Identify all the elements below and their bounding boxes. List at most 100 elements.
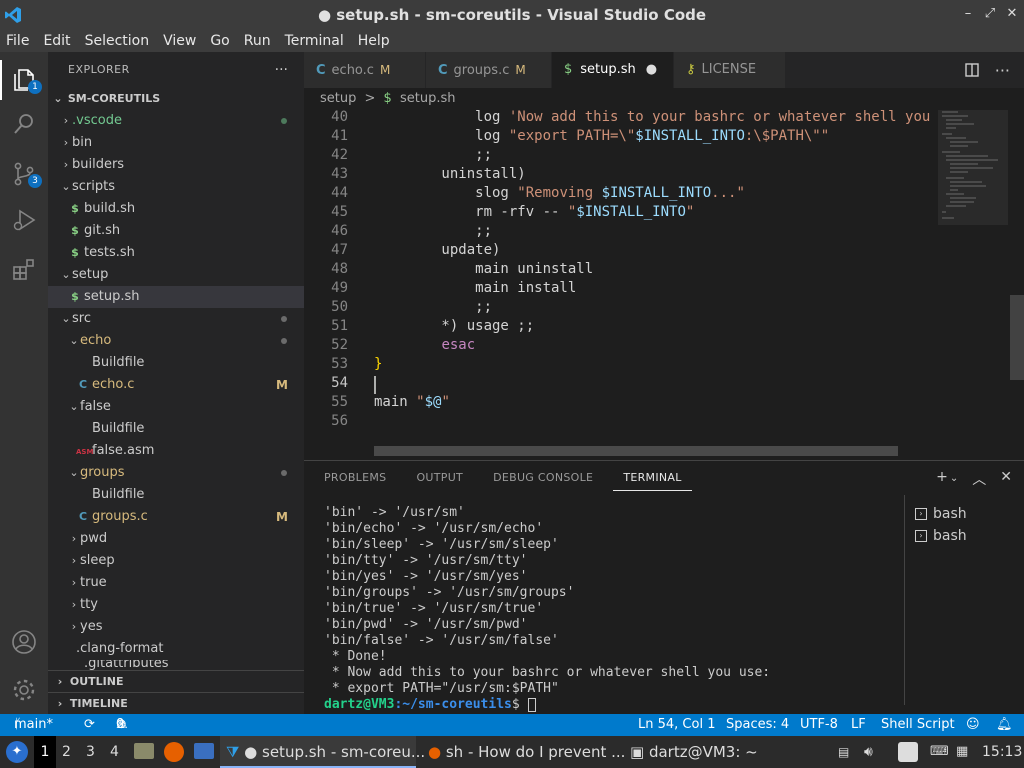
tree-row[interactable]: ASMfalse.asm	[48, 440, 304, 462]
tree-row[interactable]: › .vscode	[48, 110, 304, 132]
minimap[interactable]	[938, 110, 1008, 460]
tree-row[interactable]: › sleep	[48, 550, 304, 572]
workspace-3[interactable]: 3	[86, 736, 100, 768]
keyboard-icon[interactable]: ⌨	[930, 736, 949, 768]
notifications-icon[interactable]: 🔔︎	[996, 714, 1013, 736]
menu-edit[interactable]: Edit	[36, 30, 77, 52]
file-manager-icon[interactable]	[134, 743, 154, 759]
unsaved-dot[interactable]: ●	[646, 62, 657, 77]
source-control-activity-button[interactable]: 3	[8, 158, 42, 190]
code-editor[interactable]: 40 log 'Now add this to your bashrc or w…	[304, 110, 1024, 460]
tree-row[interactable]: $ git.sh	[48, 220, 304, 242]
tree-row[interactable]: .clang-format	[48, 638, 304, 660]
close-panel-icon[interactable]: ✕	[1000, 469, 1012, 489]
menu-run[interactable]: Run	[237, 30, 278, 52]
menu-selection[interactable]: Selection	[78, 30, 157, 52]
tree-row[interactable]: ⌄setup	[48, 264, 304, 286]
tab-debug-console[interactable]: DEBUG CONSOLE	[483, 461, 603, 495]
tree-row[interactable]: Buildfile	[48, 418, 304, 440]
accounts-activity-button[interactable]	[8, 626, 40, 658]
code-line: 45 rm -rfv -- "$INSTALL_INTO"	[304, 203, 934, 222]
tree-row[interactable]: › bin	[48, 132, 304, 154]
display-icon[interactable]: ▦	[956, 736, 970, 768]
menu-view[interactable]: View	[156, 30, 203, 52]
tree-row[interactable]: › pwd	[48, 528, 304, 550]
close-window-button[interactable]: ✕	[1002, 6, 1022, 21]
terminal-item-bash-1[interactable]: › bash	[905, 503, 1024, 525]
menu-help[interactable]: Help	[351, 30, 397, 52]
tree-row[interactable]: Cgroups.c M	[48, 506, 304, 528]
tab-echo-c[interactable]: Cecho.c M	[304, 52, 426, 88]
code-token: ;;	[374, 147, 493, 163]
tree-row[interactable]: Buildfile	[48, 484, 304, 506]
explorer-activity-button[interactable]: 1	[8, 64, 42, 96]
menu-go[interactable]: Go	[203, 30, 236, 52]
tree-row[interactable]: ⌄src	[48, 308, 304, 330]
breadcrumb-file[interactable]: setup.sh	[400, 91, 456, 106]
extensions-activity-button[interactable]	[8, 254, 40, 286]
new-terminal-button[interactable]: + ⌄	[936, 469, 958, 489]
run-debug-activity-button[interactable]	[8, 204, 40, 236]
tree-row[interactable]: › true	[48, 572, 304, 594]
tree-row[interactable]: › tty	[48, 594, 304, 616]
tree-row[interactable]: ⌄scripts	[48, 176, 304, 198]
task-vscode[interactable]: ⧩ ● setup.sh - sm-coreu...	[220, 736, 425, 768]
language-mode[interactable]: Shell Script	[881, 714, 955, 736]
clipboard-icon[interactable]	[898, 742, 918, 762]
restore-button[interactable]: ⤢	[980, 6, 1000, 21]
menu-terminal[interactable]: Terminal	[278, 30, 351, 52]
tree-row[interactable]: $ setup.sh	[48, 286, 304, 308]
sync-icon[interactable]: ⟳	[84, 714, 95, 736]
terminal-item-bash-2[interactable]: › bash	[905, 525, 1024, 547]
tab-problems[interactable]: PROBLEMS	[314, 461, 396, 495]
more-actions-icon[interactable]: ···	[995, 61, 1010, 80]
window-switcher-icon[interactable]	[194, 743, 214, 759]
tree-row[interactable]: Buildfile	[48, 352, 304, 374]
end-of-line[interactable]: LF	[851, 714, 866, 736]
start-menu-icon[interactable]: ✦	[6, 741, 28, 763]
tray-network-icon[interactable]: ▤	[838, 736, 850, 768]
indentation[interactable]: Spaces: 4	[726, 714, 789, 736]
terminal-output[interactable]: 'bin' -> '/usr/sm''bin/echo' -> '/usr/sm…	[324, 505, 770, 713]
tab-license[interactable]: ⚷ LICENSE	[674, 52, 786, 88]
tree-row[interactable]: Cecho.c M	[48, 374, 304, 396]
tree-row[interactable]: › yes	[48, 616, 304, 638]
tree-row-partial[interactable]: .gitattributes	[48, 660, 304, 670]
firefox-icon[interactable]	[164, 742, 184, 762]
minimize-button[interactable]: –	[958, 6, 978, 21]
terminal-line: * Done!	[324, 649, 387, 664]
tab-setup-sh[interactable]: $ setup.sh ●	[552, 52, 674, 88]
code-text: ;;	[374, 146, 492, 165]
chevron-down-icon[interactable]: ⌄	[950, 473, 958, 484]
workspace-1[interactable]: 1	[34, 736, 56, 768]
outline-section[interactable]: › OUTLINE	[48, 670, 304, 692]
encoding[interactable]: UTF-8	[800, 714, 838, 736]
tree-row[interactable]: $ tests.sh	[48, 242, 304, 264]
tab-terminal[interactable]: TERMINAL	[613, 463, 692, 491]
tree-row[interactable]: › builders	[48, 154, 304, 176]
workspace-2[interactable]: 2	[62, 736, 76, 768]
more-actions-button[interactable]: ···	[275, 62, 288, 78]
workspace-root[interactable]: ⌄ SM-COREUTILS	[48, 88, 304, 110]
vertical-scrollbar[interactable]	[1010, 295, 1024, 380]
tree-row[interactable]: ⌄false	[48, 396, 304, 418]
volume-icon[interactable]: 🔊︎	[864, 736, 878, 768]
tree-row[interactable]: ⌄echo	[48, 330, 304, 352]
manage-activity-button[interactable]	[8, 674, 40, 706]
timeline-section[interactable]: › TIMELINE	[48, 692, 304, 714]
maximize-panel-icon[interactable]: ︿	[972, 469, 986, 489]
breadcrumb-folder[interactable]: setup	[320, 91, 356, 106]
workspace-4[interactable]: 4	[110, 736, 124, 768]
tab-groups-c[interactable]: Cgroups.c M	[426, 52, 552, 88]
feedback-icon[interactable]: ☺	[966, 714, 980, 736]
tree-row[interactable]: $ build.sh	[48, 198, 304, 220]
split-editor-icon[interactable]	[965, 63, 979, 77]
tab-output[interactable]: OUTPUT	[406, 461, 473, 495]
menu-file[interactable]: File	[0, 30, 36, 52]
task-firefox[interactable]: ● sh - How do I prevent ...	[422, 736, 625, 768]
horizontal-scrollbar[interactable]	[374, 446, 898, 456]
cursor-position[interactable]: Ln 54, Col 1	[638, 714, 715, 736]
search-activity-button[interactable]	[8, 108, 40, 140]
tree-row[interactable]: ⌄groups	[48, 462, 304, 484]
task-terminal[interactable]: ▣ dartz@VM3: ~	[624, 736, 774, 768]
